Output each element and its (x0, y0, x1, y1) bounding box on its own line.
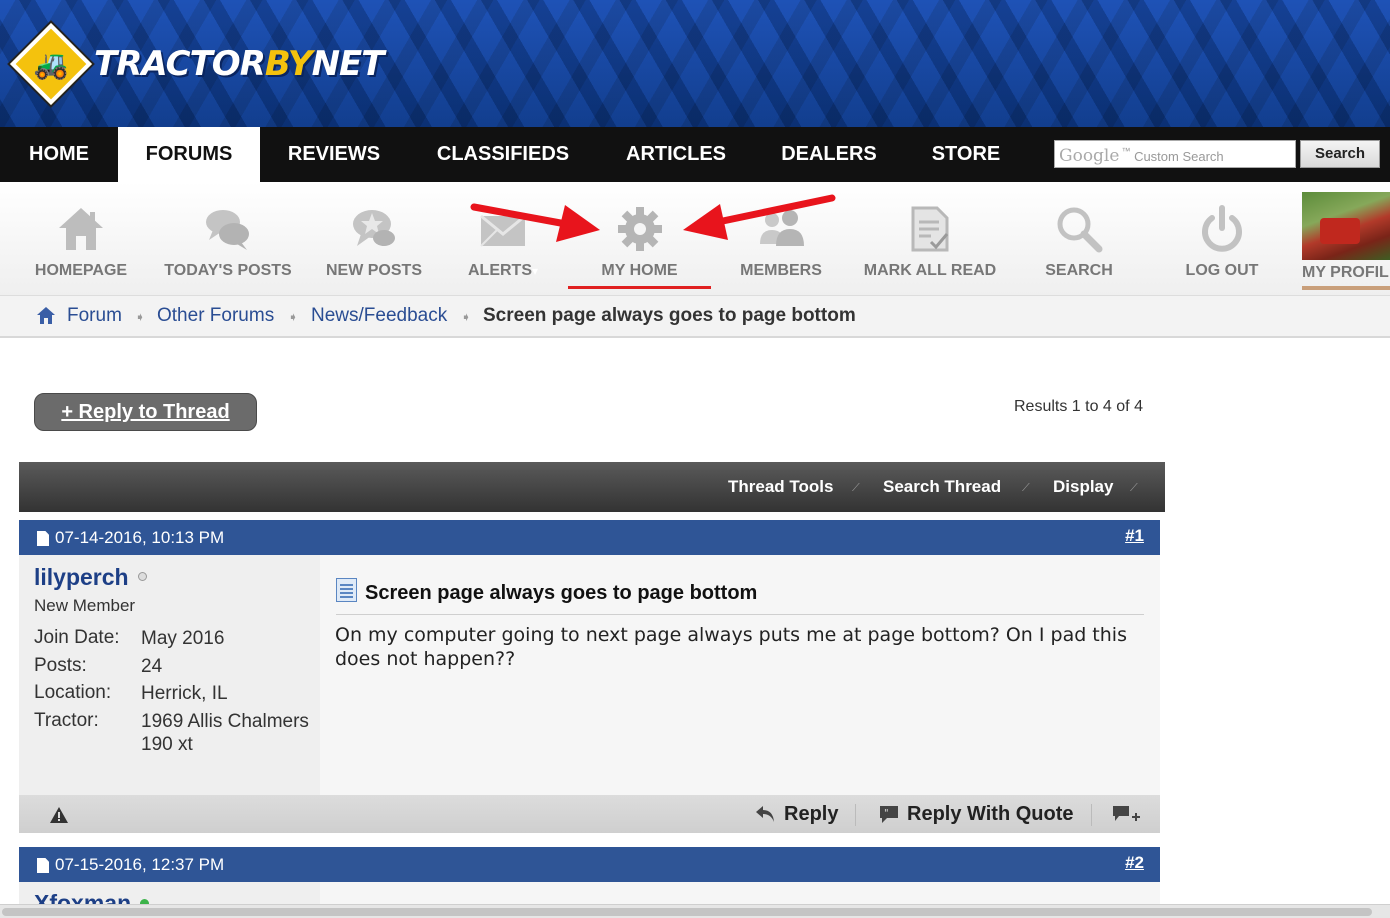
tractor-label: Tractor: (34, 710, 99, 731)
post-doc-icon (37, 858, 49, 873)
search-thread-menu[interactable]: Search Thread (883, 477, 1001, 497)
breadcrumb-current: Screen page always goes to page bottom (483, 305, 856, 326)
post-content (320, 882, 1160, 904)
join-date-label: Join Date: (34, 627, 120, 648)
footer-divider (1091, 804, 1092, 826)
posts-label: Posts: (34, 655, 87, 676)
results-count: Results 1 to 4 of 4 (1014, 398, 1143, 415)
offline-status-icon (138, 572, 147, 581)
post-date: 07-15-2016, 12:37 PM (55, 855, 225, 874)
horizontal-scrollbar[interactable] (0, 904, 1390, 918)
quote-bubble-icon: " (880, 806, 898, 823)
breadcrumb-other-forums[interactable]: Other Forums (157, 305, 274, 327)
location-label: Location: (34, 682, 112, 703)
scrollbar-thumb[interactable] (2, 908, 1372, 916)
reply-button[interactable]: Reply (784, 803, 838, 826)
post-username[interactable]: Xfoxman (34, 890, 131, 904)
breadcrumb-forum[interactable]: Forum (67, 305, 122, 327)
location-value: Herrick, IL (141, 683, 228, 704)
dropdown-caret-icon: ⟋ (1130, 482, 1138, 494)
dropdown-caret-icon: ⟋ (852, 482, 860, 494)
breadcrumb-separator-icon: ➧ (288, 310, 299, 324)
post-title: Screen page always goes to page bottom (365, 582, 758, 604)
post-date: 07-14-2016, 10:13 PM (55, 528, 225, 547)
tractor-value: 1969 Allis Chalmers 190 xt (141, 711, 309, 755)
post-header: 07-15-2016, 12:37 PM #2 (19, 847, 1160, 882)
dropdown-caret-icon: ⟋ (1022, 482, 1030, 494)
post-number-link[interactable]: #1 (1125, 526, 1144, 546)
post-footer: Reply " Reply With Quote (19, 795, 1160, 833)
thread-tools-bar: Thread Tools ⟋ Search Thread ⟋ Display ⟋ (19, 462, 1165, 512)
svg-text:": " (884, 808, 889, 819)
breadcrumb-separator-icon: ➧ (135, 310, 146, 324)
post-title-doc-icon (336, 578, 357, 602)
home-icon[interactable] (36, 306, 56, 325)
reply-to-thread-button[interactable]: + Reply to Thread (34, 393, 257, 431)
breadcrumb-separator-icon: ➧ (461, 310, 472, 324)
reply-arrow-icon (756, 806, 774, 822)
post-header: 07-14-2016, 10:13 PM #1 (19, 520, 1160, 555)
reply-with-quote-button[interactable]: Reply With Quote (907, 803, 1073, 826)
post-divider (336, 614, 1144, 615)
report-warning-icon[interactable] (49, 806, 69, 824)
post-number-link[interactable]: #2 (1125, 853, 1144, 873)
join-date-value: May 2016 (141, 628, 225, 649)
post-doc-icon (37, 531, 49, 546)
red-arrow-left-icon (683, 194, 836, 240)
post-username[interactable]: lilyperch (34, 564, 129, 591)
display-menu[interactable]: Display (1053, 477, 1113, 497)
multi-quote-plus-icon[interactable] (1111, 804, 1141, 826)
footer-divider (855, 804, 856, 826)
breadcrumb: Forum ➧ Other Forums ➧ News/Feedback ➧ S… (0, 296, 1390, 338)
user-title: New Member (34, 596, 136, 615)
posts-value: 24 (141, 656, 163, 677)
post-message: On my computer going to next page always… (335, 624, 1127, 670)
thread-tools-menu[interactable]: Thread Tools (728, 477, 833, 497)
red-arrow-right-icon (470, 203, 600, 242)
breadcrumb-news-feedback[interactable]: News/Feedback (311, 305, 447, 327)
